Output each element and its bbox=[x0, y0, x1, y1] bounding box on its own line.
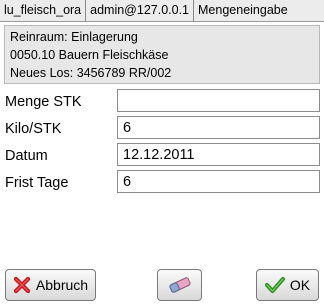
cancel-label: Abbruch bbox=[35, 277, 89, 293]
form-row-datum: Datum bbox=[0, 143, 324, 169]
datum-input[interactable] bbox=[117, 143, 320, 166]
green-check-icon bbox=[264, 276, 285, 294]
kilo-label: Kilo/STK bbox=[5, 121, 62, 137]
kilo-input[interactable] bbox=[117, 116, 320, 139]
user-host: admin@127.0.0.1 bbox=[86, 0, 195, 22]
frist-label: Frist Tage bbox=[5, 175, 69, 191]
eraser-icon bbox=[168, 277, 192, 293]
info-panel: Reinraum: Einlagerung 0050.10 Bauern Fle… bbox=[4, 25, 320, 84]
red-x-icon bbox=[13, 276, 31, 294]
menge-label: Menge STK bbox=[5, 94, 82, 110]
form-row-kilo: Kilo/STK bbox=[0, 116, 324, 142]
screen-title: Mengeneingabe bbox=[198, 3, 288, 17]
datum-label: Datum bbox=[5, 148, 48, 164]
clear-button[interactable] bbox=[157, 269, 202, 301]
app-name: lu_fleisch_ora bbox=[0, 0, 87, 22]
cancel-button[interactable]: Abbruch bbox=[5, 269, 96, 301]
menge-input[interactable] bbox=[117, 89, 320, 112]
form-row-frist: Frist Tage bbox=[0, 170, 324, 196]
info-line-article: 0050.10 Bauern Fleischkäse bbox=[10, 48, 169, 62]
ok-label: OK bbox=[289, 277, 311, 293]
ok-button[interactable]: OK bbox=[256, 269, 319, 301]
frist-input[interactable] bbox=[117, 170, 320, 193]
form-row-menge: Menge STK bbox=[0, 89, 324, 115]
info-line-location: Reinraum: Einlagerung bbox=[10, 30, 138, 44]
info-line-lot: Neues Los: 3456789 RR/002 bbox=[10, 66, 172, 80]
title-bar: lu_fleisch_ora admin@127.0.0.1 Mengenein… bbox=[0, 0, 324, 22]
